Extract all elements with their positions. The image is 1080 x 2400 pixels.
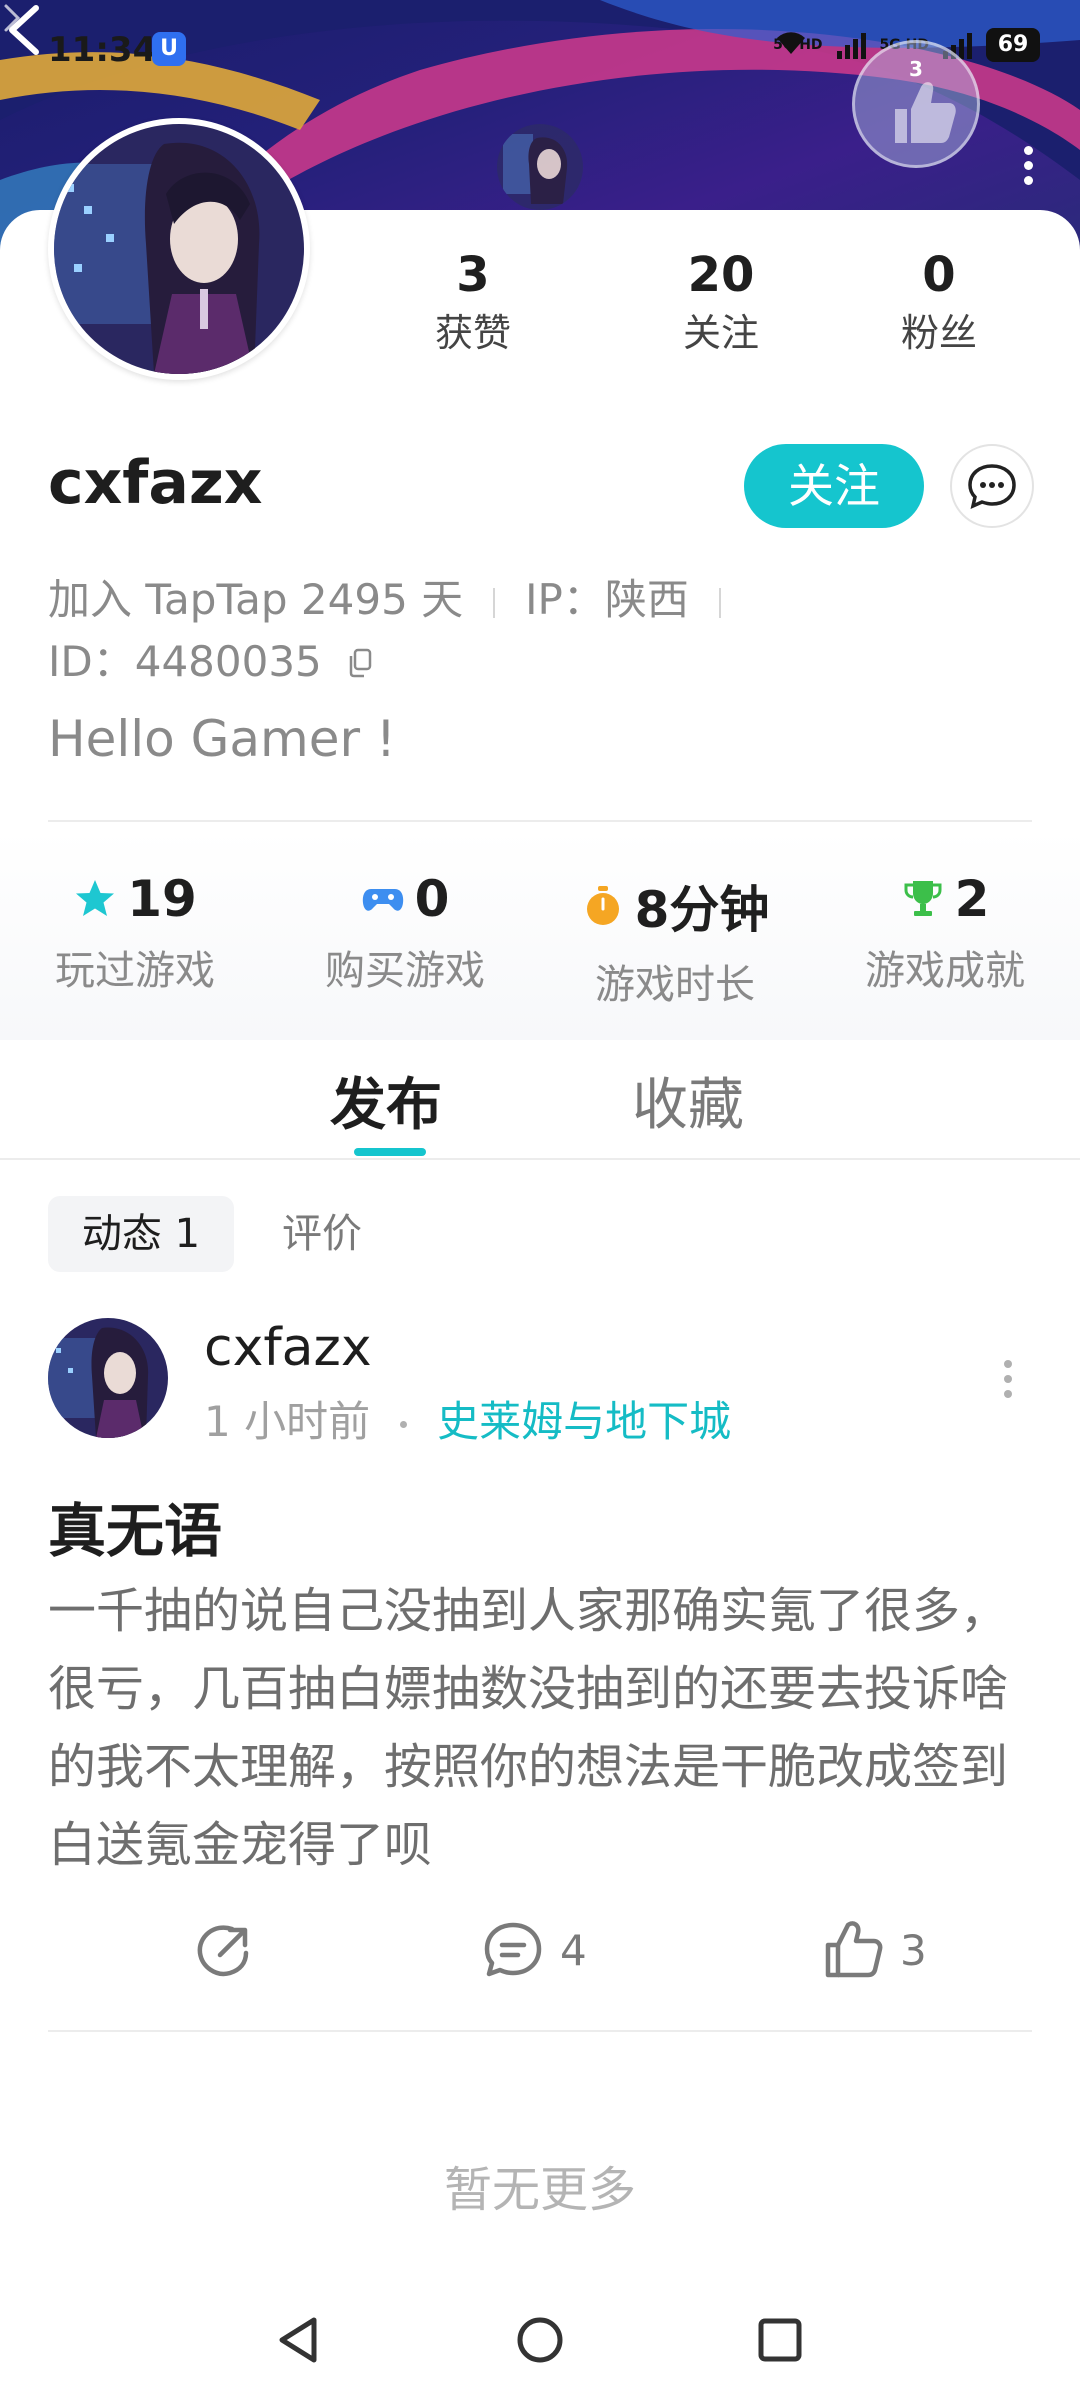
meta-dot [400,1421,408,1428]
stopwatch-icon [586,886,619,925]
stat-followers-label: 粉丝 [900,311,977,355]
post-title[interactable]: 真无语 [48,1484,222,1568]
chevron-right-icon[interactable] [0,0,24,36]
subtab-moments[interactable]: 动态 1 [48,1196,234,1272]
gstat-purchased-value: 0 [414,870,450,928]
section-divider [48,820,1032,822]
no-more-text: 暂无更多 [443,2162,636,2218]
wifi-icon [777,32,806,54]
more-options-icon[interactable] [1016,140,1040,196]
copy-icon[interactable] [347,648,373,678]
thumbs-up-icon [825,1921,883,1978]
meta-divider [718,587,721,618]
gamepad-icon [362,889,403,911]
gstat-achievements-label: 游戏成就 [865,948,1025,994]
profile-id-line[interactable]: ID：4480035 [48,628,373,689]
mini-avatar [497,124,583,210]
subtab-reviews[interactable]: 评价 [282,1196,362,1272]
post-time: 1 小时前 [204,1397,371,1446]
stat-following-label: 关注 [682,311,759,355]
stat-likes[interactable]: 3 获赞 [400,245,546,361]
game-stats: 19 玩过游戏 0 购买游戏 8分钟 游戏时长 2 游戏成就 [0,830,1080,1040]
post-game-link[interactable]: 史莱姆与地下城 [437,1397,731,1446]
tab-favorites[interactable]: 收藏 [632,1060,744,1141]
stat-likes-label: 获赞 [434,311,511,355]
nav-home-icon[interactable] [510,2310,570,2370]
post-actions: 4 3 [0,1910,1080,1990]
follow-button[interactable]: 关注 [744,444,924,528]
stat-likes-value: 3 [456,247,490,303]
gstat-playtime-value: 8分钟 [634,881,770,939]
gstat-played-value: 19 [127,870,197,928]
profile-avatar[interactable] [48,118,310,380]
avatar-image [54,124,304,374]
post-more-options-icon[interactable] [1002,1360,1014,1404]
stat-followers-value: 0 [922,247,956,303]
gstat-achievements-value: 2 [954,870,990,928]
join-days: 加入 TapTap 2495 天 [48,575,464,624]
app-notification-icon: U [152,32,186,66]
ip-location: IP：陕西 [525,575,689,624]
tab-posts[interactable]: 发布 [330,1060,442,1141]
avatar-image [48,1318,168,1438]
post-author-avatar[interactable] [48,1318,168,1438]
stat-followers[interactable]: 0 粉丝 [866,245,1012,361]
like-count: 3 [900,1925,927,1975]
post-meta: 1 小时前 史莱姆与地下城 [204,1388,731,1449]
content-tabs: 发布 收藏 [0,1040,1080,1160]
stat-following[interactable]: 20 关注 [596,245,846,361]
nav-back-icon[interactable] [270,2310,330,2370]
gstat-achievements[interactable]: 2 游戏成就 [810,830,1080,1040]
share-icon [197,1925,249,1977]
like-button[interactable]: 3 [820,1910,927,1990]
gstat-playtime-label: 游戏时长 [595,962,755,1008]
trophy-icon [904,881,942,916]
post-divider [48,2030,1032,2032]
post-body[interactable]: 一千抽的说自己没抽到人家那确实氪了很多，很亏，几百抽白嫖抽数没抽到的还要去投诉啥… [48,1572,1038,1884]
gstat-played-label: 玩过游戏 [55,948,215,994]
profile-meta-line: 加入 TapTap 2495 天 IP：陕西 [48,566,751,627]
message-button[interactable] [950,444,1034,528]
comment-count: 4 [560,1925,587,1975]
user-id: ID：4480035 [48,637,322,686]
profile-bio: Hello Gamer ! [48,710,396,768]
profile-username: cxfazx [48,448,263,518]
post-author-name[interactable]: cxfazx [204,1318,372,1378]
chat-bubble-icon [968,464,1016,510]
thumbs-up-badge[interactable]: 3 [852,40,980,168]
comment-icon [484,1922,542,1977]
profile-stats: 3 获赞 20 关注 0 粉丝 [400,245,1020,361]
system-nav-bar [0,2280,1080,2400]
battery-indicator: 69 [986,28,1040,62]
gstat-played[interactable]: 19 玩过游戏 [0,830,270,1040]
status-time: 11:34 [48,30,157,70]
meta-divider [493,587,496,618]
gstat-purchased[interactable]: 0 购买游戏 [270,830,540,1040]
gstat-purchased-label: 购买游戏 [325,948,485,994]
share-button[interactable] [190,1910,256,1990]
active-tab-indicator [354,1148,426,1156]
gstat-playtime[interactable]: 8分钟 游戏时长 [540,830,810,1040]
star-icon [76,880,115,916]
thumbs-up-icon [895,82,956,143]
comment-button[interactable]: 4 [480,1910,587,1990]
nav-recents-icon[interactable] [750,2310,810,2370]
stat-following-value: 20 [687,247,755,303]
